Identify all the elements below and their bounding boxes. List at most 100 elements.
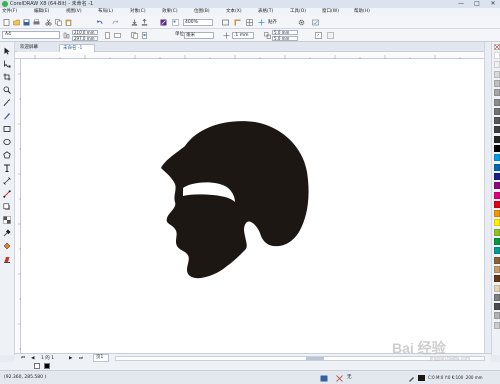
color-swatch[interactable] [494, 163, 500, 171]
copy-icon[interactable] [55, 19, 62, 26]
text-tool-icon[interactable] [3, 164, 11, 172]
color-swatch[interactable] [494, 98, 500, 106]
ellipse-tool-icon[interactable] [3, 138, 11, 146]
page-size-select[interactable]: A4 [2, 31, 60, 39]
color-swatch[interactable] [494, 265, 500, 273]
outline-pen-icon[interactable] [408, 375, 415, 382]
color-swatch[interactable] [494, 303, 500, 311]
page-tab[interactable]: 页1 [93, 354, 109, 362]
menu-bitmaps[interactable]: 位图(B) [194, 8, 226, 16]
save-icon[interactable] [23, 19, 30, 26]
all-pages-icon[interactable] [131, 32, 138, 39]
show-grid-icon[interactable] [246, 19, 253, 26]
color-swatch[interactable] [494, 117, 500, 125]
color-swatch[interactable] [494, 238, 500, 245]
duplicate-y-field[interactable]: 5.0 mm [272, 36, 298, 41]
fill-color-icon[interactable] [320, 375, 328, 382]
artistic-media-tool-icon[interactable] [3, 112, 11, 120]
color-swatch[interactable] [494, 126, 500, 134]
show-guidelines-icon[interactable] [258, 19, 265, 26]
launch-icon[interactable] [312, 19, 319, 26]
menu-window[interactable]: 窗口(W) [322, 8, 354, 16]
color-swatch[interactable] [494, 70, 500, 78]
pick-tool-icon[interactable] [3, 47, 11, 55]
redo-icon[interactable] [112, 19, 119, 26]
horizontal-scroll-thumb[interactable] [306, 357, 324, 360]
color-swatch[interactable] [494, 293, 500, 301]
duplicate-x-field[interactable]: 5.0 mm [272, 30, 298, 35]
color-swatch[interactable] [494, 210, 500, 218]
color-swatch[interactable] [494, 219, 500, 227]
crop-tool-icon[interactable] [3, 73, 11, 81]
color-swatch[interactable] [494, 256, 500, 264]
undo-icon[interactable] [96, 19, 103, 26]
color-swatch[interactable] [494, 154, 500, 162]
drawing-canvas[interactable] [21, 59, 484, 353]
skull-head-silhouette[interactable] [161, 116, 321, 281]
menu-layout[interactable]: 布局(L) [98, 8, 130, 16]
menu-table[interactable]: 表格(T) [258, 8, 290, 16]
minimize-button[interactable]: — [456, 0, 466, 8]
parallel-dimension-tool-icon[interactable] [3, 177, 11, 185]
color-swatch[interactable] [494, 284, 500, 292]
color-swatch[interactable] [494, 107, 500, 115]
rectangle-tool-icon[interactable] [3, 125, 11, 133]
tab-welcome-screen[interactable]: 欢迎屏幕 [17, 44, 59, 52]
page-height-field[interactable]: 297.0 mm [72, 36, 98, 41]
application-launcher-icon[interactable] [172, 19, 179, 26]
nudge-distance-field[interactable]: .1 mm [232, 32, 254, 39]
print-icon[interactable] [33, 19, 40, 26]
new-document-icon[interactable] [3, 19, 10, 26]
color-swatch[interactable] [494, 79, 500, 87]
options-icon[interactable] [327, 32, 334, 39]
menu-text[interactable]: 文本(X) [226, 8, 258, 16]
color-swatch[interactable] [494, 191, 500, 199]
no-color-swatch-icon[interactable] [494, 44, 500, 50]
color-swatch[interactable] [494, 52, 500, 59]
zoom-level-select[interactable]: 400% [183, 19, 213, 26]
drop-shadow-tool-icon[interactable] [3, 203, 11, 211]
menu-object[interactable]: 对象(C) [130, 8, 162, 16]
maximize-button[interactable]: □ [472, 0, 482, 8]
tab-document[interactable]: 未命名 -1 [59, 44, 95, 52]
show-rulers-icon[interactable] [234, 19, 241, 26]
current-page-icon[interactable] [141, 32, 148, 39]
color-swatch[interactable] [494, 89, 500, 97]
color-swatch[interactable] [494, 172, 500, 180]
freehand-tool-icon[interactable] [3, 99, 11, 107]
close-button[interactable]: ✕ [488, 0, 498, 8]
connector-tool-icon[interactable] [3, 190, 11, 198]
color-swatch[interactable] [494, 247, 500, 255]
cut-icon[interactable] [45, 19, 52, 26]
menu-file[interactable]: 文件(F) [2, 8, 34, 16]
snap-to-dropdown[interactable]: 贴齐 [268, 19, 290, 26]
horizontal-ruler[interactable] [15, 52, 485, 59]
menu-tools[interactable]: 工具(O) [290, 8, 322, 16]
units-select[interactable]: 毫米 [184, 32, 214, 39]
color-swatch[interactable] [494, 200, 500, 208]
color-swatch[interactable] [494, 312, 500, 320]
menu-effects[interactable]: 效果(C) [162, 8, 194, 16]
page-width-field[interactable]: 210.0 mm [72, 30, 98, 35]
color-swatch[interactable] [494, 145, 500, 152]
full-screen-preview-icon[interactable] [222, 19, 229, 26]
color-swatch[interactable] [494, 228, 500, 236]
polygon-tool-icon[interactable] [3, 151, 11, 159]
palette-swatch-black[interactable] [44, 363, 50, 369]
color-swatch[interactable] [494, 135, 500, 143]
docker-strip[interactable] [484, 42, 491, 355]
transparency-tool-icon[interactable] [3, 216, 11, 224]
color-swatch[interactable] [494, 61, 500, 69]
import-icon[interactable] [131, 19, 138, 26]
color-swatch[interactable] [494, 275, 500, 283]
export-icon[interactable] [141, 19, 148, 26]
publish-pdf-icon[interactable] [160, 19, 167, 26]
color-swatch[interactable] [494, 321, 500, 329]
eyedropper-tool-icon[interactable] [3, 229, 11, 237]
palette-swatch-white[interactable] [34, 363, 40, 369]
options-gear-icon[interactable] [298, 19, 305, 26]
color-swatch[interactable] [494, 182, 500, 190]
shape-tool-icon[interactable] [3, 60, 11, 68]
smart-fill-tool-icon[interactable] [3, 255, 11, 263]
open-folder-icon[interactable] [13, 19, 20, 26]
